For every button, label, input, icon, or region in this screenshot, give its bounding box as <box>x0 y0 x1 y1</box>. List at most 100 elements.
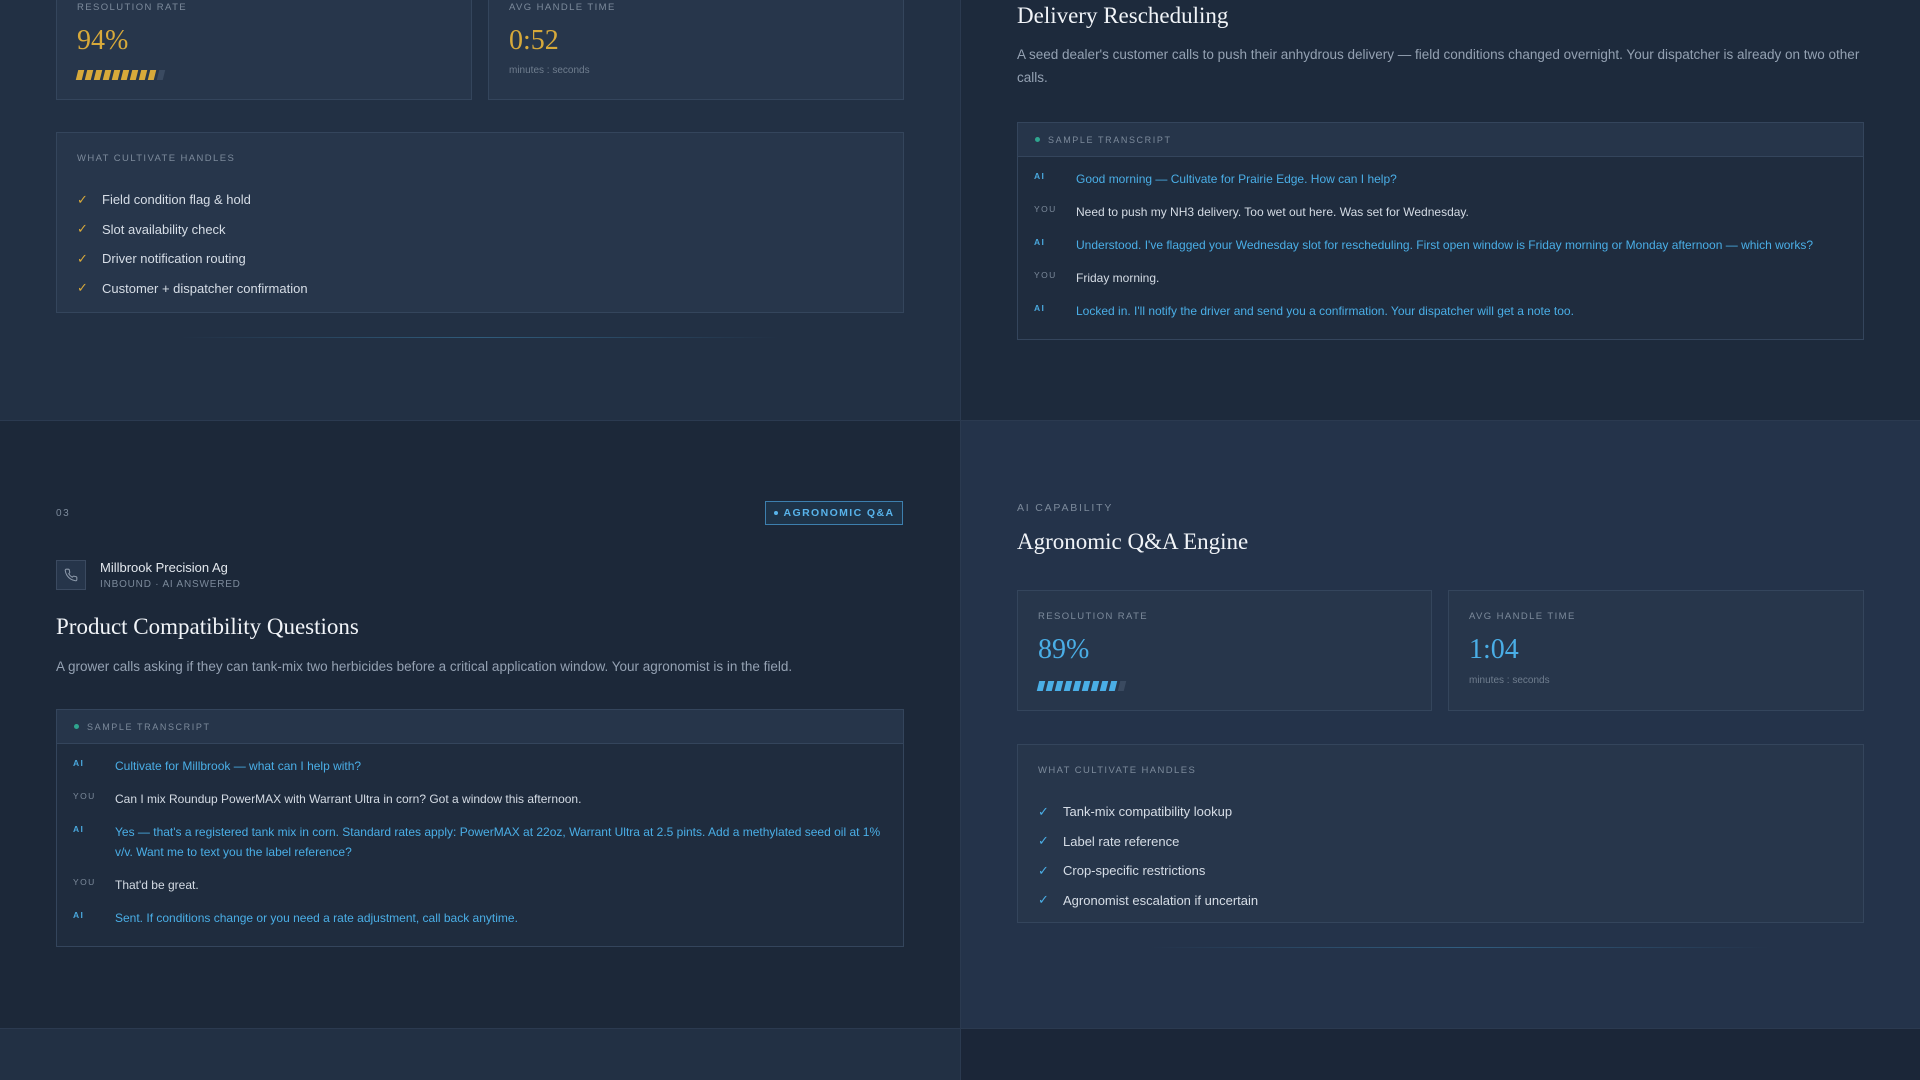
transcript-text: Need to push my NH3 delivery. Too wet ou… <box>1076 205 1469 219</box>
tag-dot-icon <box>773 511 778 515</box>
speaker-label: YOU <box>73 877 96 887</box>
handles-list: ✓ Field condition flag & hold ✓ Slot avail… <box>77 185 308 303</box>
metric-card-avg-handle-time: AVG HANDLE TIME 0:52 minutes : seconds <box>488 0 904 100</box>
transcript-text: Locked in. I'll notify the driver and se… <box>1076 304 1574 318</box>
handle-item: ✓ Driver notification routing <box>77 244 308 274</box>
transcript-label: SAMPLE TRANSCRIPT <box>1048 134 1172 145</box>
progress-segment <box>1099 681 1109 691</box>
caller-name: Millbrook Precision Ag <box>100 560 228 575</box>
metric-value: 1:04 <box>1469 634 1519 665</box>
column-divider <box>960 0 961 1080</box>
transcript-line: YOU Friday morning. <box>1018 268 1863 288</box>
progress-segment <box>1054 681 1064 691</box>
speaker-label: AI <box>1034 171 1046 181</box>
status-dot-icon <box>1035 137 1040 142</box>
speaker-label: YOU <box>73 791 96 801</box>
progress-segment <box>129 70 139 80</box>
progress-segment <box>1063 681 1073 691</box>
handle-label: Label rate reference <box>1063 833 1180 849</box>
metric-card-resolution-rate: RESOLUTION RATE 89% <box>1017 590 1432 711</box>
transcript-text: Yes — that's a registered tank mix in co… <box>115 825 881 859</box>
status-dot-icon <box>74 724 79 729</box>
handle-label: Agronomist escalation if uncertain <box>1063 892 1259 908</box>
check-icon: ✓ <box>1038 803 1049 819</box>
transcript-line: AI Sent. If conditions change or you need… <box>57 908 903 928</box>
transcript-label: SAMPLE TRANSCRIPT <box>87 721 211 732</box>
speaker-label: AI <box>73 758 85 768</box>
progress-segment <box>1117 681 1127 691</box>
row-divider <box>0 420 1920 421</box>
transcript-line: AI Yes — that's a registered tank mix in … <box>57 822 903 862</box>
speaker-label: AI <box>1034 303 1046 313</box>
handle-item: ✓ Tank-mix compatibility lookup <box>1038 797 1258 827</box>
use-case-title: Delivery Rescheduling <box>1017 3 1229 28</box>
check-icon: ✓ <box>1038 892 1049 908</box>
metric-card-avg-handle-time: AVG HANDLE TIME 1:04 minutes : seconds <box>1448 590 1864 711</box>
transcript-line: AI Understood. I've flagged your Wednesda… <box>1018 235 1863 255</box>
transcript-line: YOU Need to push my NH3 delivery. Too wet… <box>1018 202 1863 222</box>
decorative-glow-line <box>1150 947 1770 948</box>
progress-segment <box>102 70 112 80</box>
progress-segment <box>120 70 130 80</box>
use-case-number: 03 <box>56 508 71 519</box>
metric-card-resolution-rate: RESOLUTION RATE 94% <box>56 0 472 100</box>
handles-list: ✓ Tank-mix compatibility lookup ✓ Label ra… <box>1038 797 1258 915</box>
speaker-label: AI <box>1034 237 1046 247</box>
transcript-header: SAMPLE TRANSCRIPT <box>1018 123 1863 157</box>
category-tag: AGRONOMIC Q&A <box>765 501 903 525</box>
handle-item: ✓ Crop-specific restrictions <box>1038 856 1258 886</box>
resolution-progress-bar <box>75 70 166 80</box>
handle-label: Field condition flag & hold <box>102 192 251 208</box>
transcript-text: That'd be great. <box>115 878 199 892</box>
metric-label: AVG HANDLE TIME <box>509 2 616 13</box>
handles-card: WHAT CULTIVATE HANDLES ✓ Field condition … <box>56 132 904 313</box>
progress-segment <box>138 70 148 80</box>
check-icon: ✓ <box>77 250 88 266</box>
metric-value: 89% <box>1038 634 1090 665</box>
progress-segment <box>84 70 94 80</box>
progress-segment <box>1072 681 1082 691</box>
speaker-label: AI <box>73 824 85 834</box>
check-icon: ✓ <box>77 191 88 207</box>
handle-item: ✓ Slot availability check <box>77 215 308 245</box>
progress-segment <box>111 70 121 80</box>
caller-call-type: INBOUND · AI ANSWERED <box>100 579 241 590</box>
next-section-right-edge <box>961 1029 1920 1080</box>
transcript-line: AI Locked in. I'll notify the driver and … <box>1018 301 1863 321</box>
transcript-header: SAMPLE TRANSCRIPT <box>57 710 903 744</box>
transcript-line: AI Good morning — Cultivate for Prairie E… <box>1018 169 1863 189</box>
transcript-text: Good morning — Cultivate for Prairie Edg… <box>1076 172 1397 186</box>
handle-item: ✓ Agronomist escalation if uncertain <box>1038 886 1258 916</box>
metric-unit: minutes : seconds <box>509 65 590 76</box>
progress-segment <box>93 70 103 80</box>
transcript-panel: SAMPLE TRANSCRIPT AI Cultivate for Millbr… <box>56 709 904 947</box>
check-icon: ✓ <box>77 280 88 296</box>
use-case-title: Product Compatibility Questions <box>56 614 359 639</box>
capability-title: Agronomic Q&A Engine <box>1017 529 1249 554</box>
progress-segment <box>75 70 85 80</box>
transcript-line: YOU Can I mix Roundup PowerMAX with Warra… <box>57 789 903 809</box>
progress-segment <box>147 70 157 80</box>
handle-item: ✓ Label rate reference <box>1038 827 1258 857</box>
resolution-progress-bar <box>1036 681 1127 691</box>
handle-label: Crop-specific restrictions <box>1063 863 1206 879</box>
check-icon: ✓ <box>1038 862 1049 878</box>
check-icon: ✓ <box>1038 833 1049 849</box>
transcript-line: AI Cultivate for Millbrook — what can I h… <box>57 756 903 776</box>
progress-segment <box>1081 681 1091 691</box>
transcript-text: Cultivate for Millbrook — what can I hel… <box>115 759 362 773</box>
speaker-label: YOU <box>1034 204 1057 214</box>
metric-unit: minutes : seconds <box>1469 675 1550 686</box>
handles-card: WHAT CULTIVATE HANDLES ✓ Tank-mix compati… <box>1017 744 1864 923</box>
decorative-glow-line <box>180 337 780 338</box>
transcript-text: Friday morning. <box>1076 271 1160 285</box>
progress-segment <box>1036 681 1046 691</box>
transcript-text: Can I mix Roundup PowerMAX with Warrant … <box>115 792 582 806</box>
metric-value: 94% <box>77 25 129 56</box>
use-case-description: A seed dealer's customer calls to push t… <box>1017 47 1860 85</box>
transcript-text: Understood. I've flagged your Wednesday … <box>1076 238 1814 252</box>
metric-label: RESOLUTION RATE <box>1038 611 1149 622</box>
capability-label: AI CAPABILITY <box>1017 502 1114 514</box>
handles-label: WHAT CULTIVATE HANDLES <box>1038 765 1197 776</box>
metric-label: RESOLUTION RATE <box>77 2 188 13</box>
